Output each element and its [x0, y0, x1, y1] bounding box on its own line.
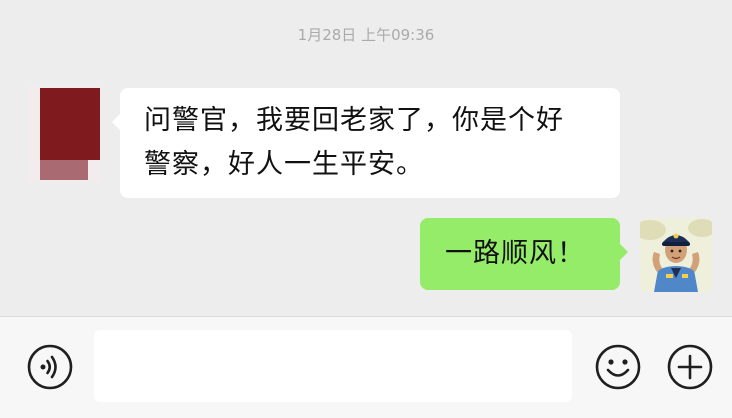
message-timestamp: 1月28日 上午09:36 [297, 26, 435, 44]
avatar-image [40, 88, 100, 160]
chat-history: 1月28日 上午09:36 问警官，我要回老家了，你是个好 警察，好人一生平安。… [0, 0, 732, 316]
message-text-input[interactable] [94, 330, 572, 402]
incoming-message-text: 问警官，我要回老家了，你是个好 警察，好人一生平安。 [144, 105, 564, 180]
plus-icon[interactable] [666, 343, 714, 391]
incoming-avatar[interactable] [28, 86, 100, 182]
police-officer-avatar-icon [640, 218, 712, 292]
bubble-tail [620, 244, 628, 260]
emoji-icon[interactable] [594, 343, 642, 391]
bubble-tail [112, 114, 120, 130]
outgoing-message-text: 一路顺风！ [445, 238, 585, 269]
voice-input-icon[interactable] [26, 343, 74, 391]
incoming-message-bubble[interactable]: 问警官，我要回老家了，你是个好 警察，好人一生平安。 [112, 88, 620, 198]
outgoing-message-bubble[interactable]: 一路顺风！ [420, 218, 628, 290]
avatar-image-fade [40, 160, 88, 180]
message-input-bar [0, 316, 732, 418]
outgoing-avatar[interactable] [640, 218, 712, 292]
